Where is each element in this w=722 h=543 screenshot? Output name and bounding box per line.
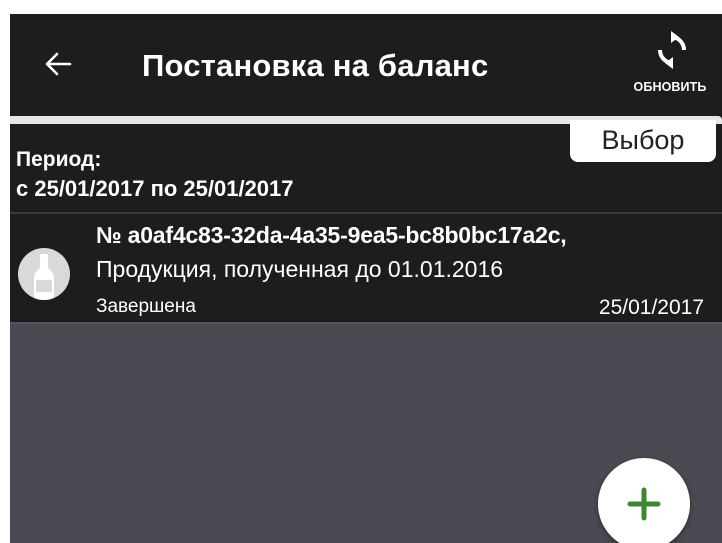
document-list-item[interactable]: № a0af4c83-32da-4a35-9ea5-bc8b0bc17a2c, …	[10, 214, 722, 324]
arrow-left-icon	[45, 52, 72, 76]
bottle-icon	[18, 248, 70, 300]
refresh-label: ОБНОВИТЬ	[633, 80, 707, 94]
refresh-button[interactable]: ОБНОВИТЬ	[624, 28, 716, 112]
add-document-button[interactable]	[598, 458, 690, 543]
document-date: 25/01/2017	[598, 296, 704, 319]
page-title: Постановка на баланс	[142, 48, 489, 83]
plus-icon	[627, 487, 661, 521]
refresh-icon	[657, 31, 687, 69]
document-number: № a0af4c83-32da-4a35-9ea5-bc8b0bc17a2c,	[96, 222, 567, 248]
select-period-button[interactable]: Выбор	[570, 120, 716, 162]
period-value: с 25/01/2017 по 25/01/2017	[16, 176, 294, 201]
document-status: Завершена	[96, 296, 196, 317]
app-bar: Постановка на баланс ОБНОВИТЬ	[10, 14, 722, 116]
app-screen: Постановка на баланс ОБНОВИТЬ Выбор Пери…	[10, 14, 722, 543]
back-button[interactable]	[40, 46, 76, 82]
period-label: Период:	[16, 148, 102, 171]
document-type: Продукция, полученная до 01.01.2016	[96, 256, 504, 282]
